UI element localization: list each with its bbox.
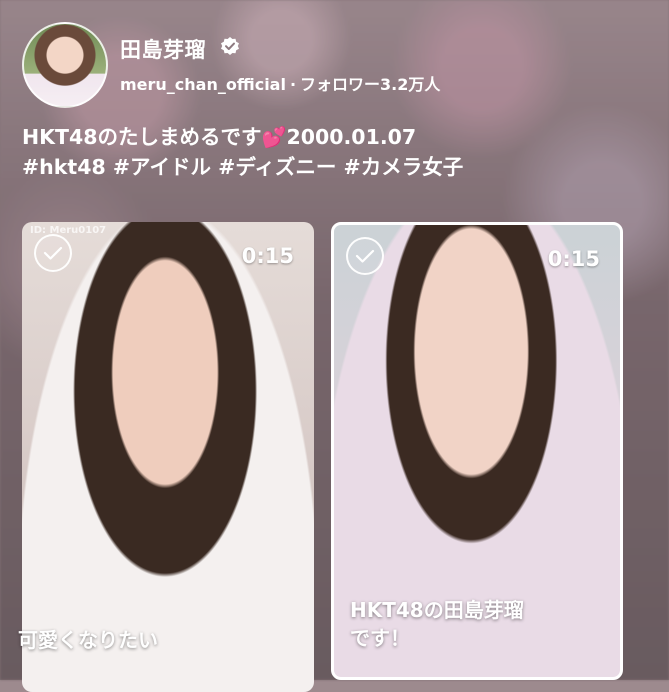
check-icon [355, 249, 375, 263]
profile-name: 田島芽瑠 [120, 38, 206, 62]
two-hearts-icon: 💕 [261, 125, 287, 149]
video-caption: 可愛くなりたい [18, 628, 158, 652]
bio-intro: HKT48のたしまめるです [22, 125, 262, 149]
video-duration: 0:15 [547, 247, 600, 271]
bio-line-1: HKT48のたしまめるです💕2000.01.07 [22, 122, 463, 152]
video-duration: 0:15 [241, 244, 294, 268]
select-checkbox[interactable] [346, 237, 384, 275]
video-caption: HKT48の田島芽瑠 です！ [350, 596, 524, 652]
video-caption-line-1: HKT48の田島芽瑠 [350, 598, 524, 622]
select-checkbox[interactable] [34, 234, 72, 272]
profile-handle[interactable]: meru_chan_official [120, 75, 286, 94]
video-watermark: ID: Meru0107 [30, 225, 107, 236]
profile-bio: HKT48のたしまめるです💕2000.01.07 #hkt48 #アイドル #デ… [22, 122, 463, 182]
bio-hashtags[interactable]: #hkt48 #アイドル #ディズニー #カメラ女子 [22, 152, 463, 182]
profile-meta: meru_chan_official · フォロワー3.2万人 [120, 71, 440, 95]
verified-badge-icon [221, 37, 239, 55]
bio-date: 2000.01.07 [286, 125, 417, 149]
check-icon [43, 246, 63, 260]
follower-count[interactable]: フォロワー3.2万人 [300, 75, 440, 94]
meta-separator: · [289, 75, 297, 94]
video-card-1[interactable]: ID: Meru0107 0:15 [22, 222, 314, 692]
avatar[interactable] [22, 22, 108, 108]
video-caption-line-2: です！ [350, 626, 410, 650]
